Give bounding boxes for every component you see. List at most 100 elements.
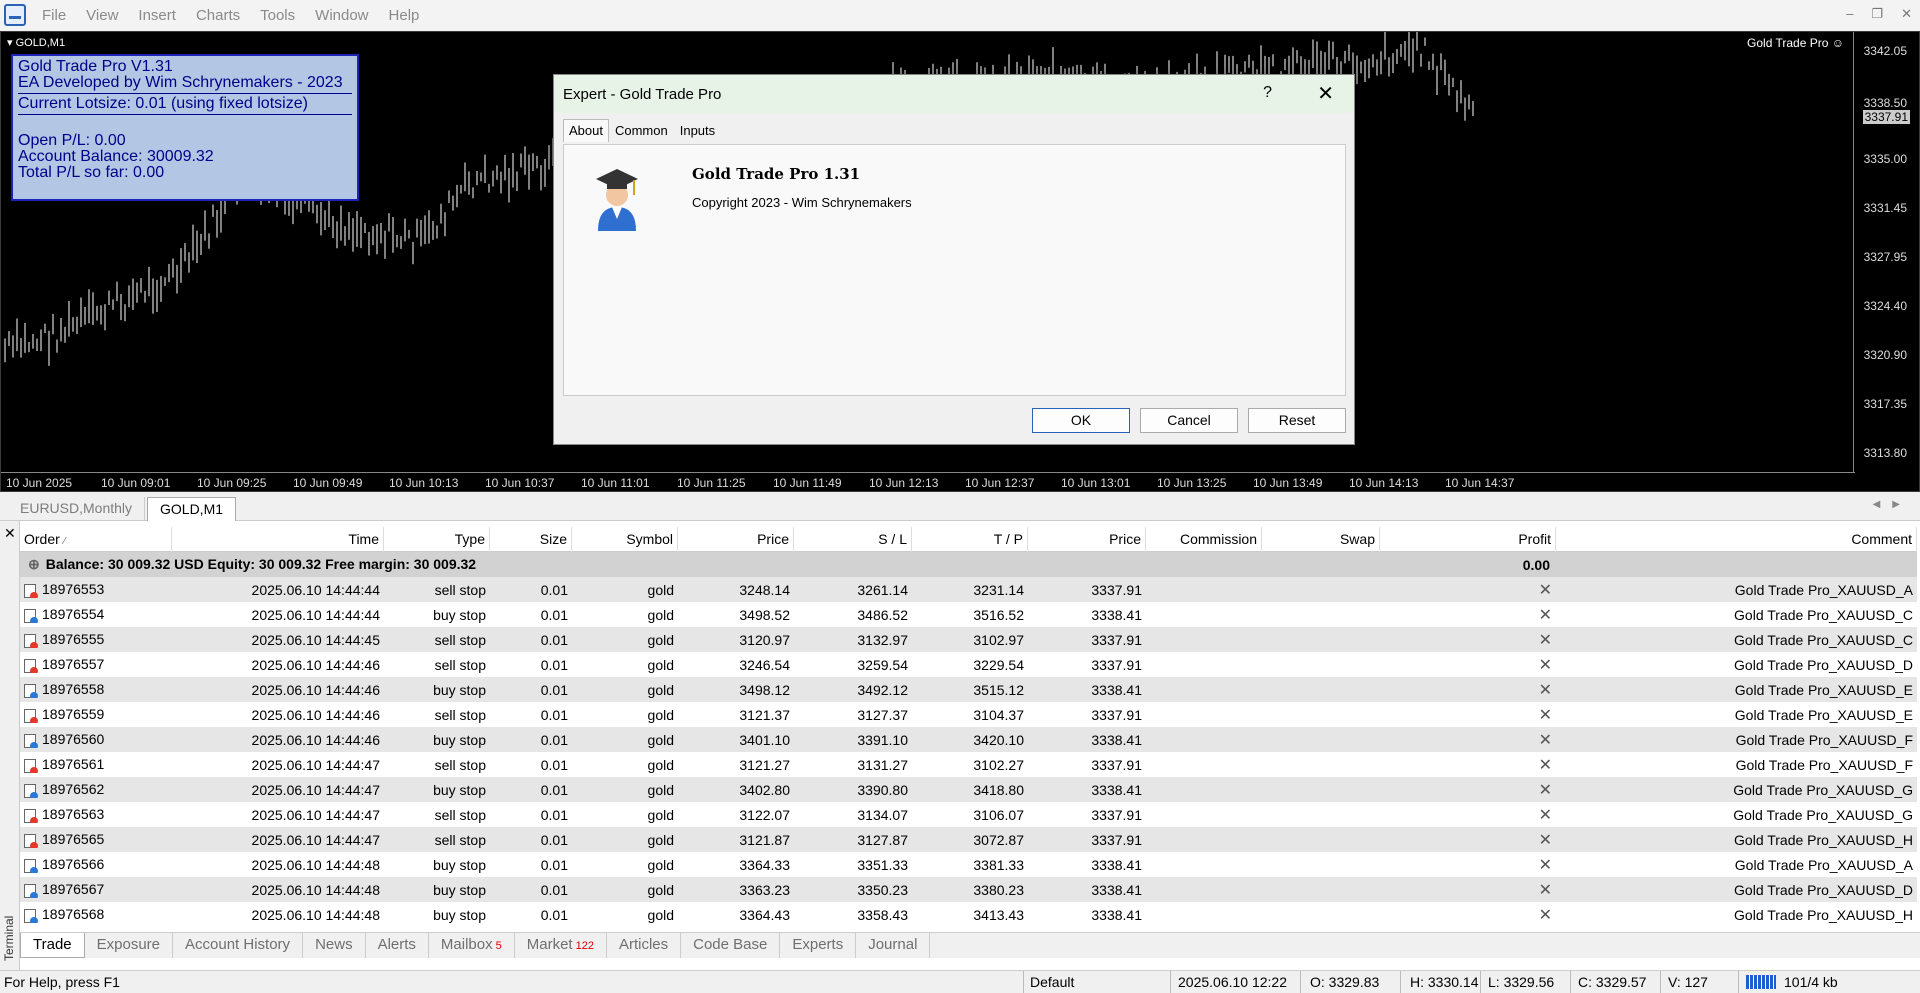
- menu-help[interactable]: Help: [379, 7, 430, 24]
- col-size[interactable]: Size: [490, 526, 572, 552]
- close-order-icon[interactable]: ✕: [1539, 732, 1552, 749]
- cell-profit[interactable]: ✕: [1380, 905, 1556, 925]
- chart-tab-eurusd[interactable]: EURUSD,Monthly: [8, 497, 146, 521]
- tab-scroll-arrows[interactable]: ◀▶: [1873, 499, 1912, 510]
- cancel-button[interactable]: Cancel: [1140, 408, 1238, 433]
- cell-profit[interactable]: ✕: [1380, 830, 1556, 850]
- table-row[interactable]: 18976566 2025.06.10 14:44:48 buy stop 0.01 g…: [20, 852, 1917, 877]
- terminal-tab-account-history[interactable]: Account History: [173, 933, 304, 958]
- table-row[interactable]: 18976563 2025.06.10 14:44:47 sell stop 0.01…: [20, 802, 1917, 827]
- close-order-icon[interactable]: ✕: [1539, 807, 1552, 824]
- cell-profit[interactable]: ✕: [1380, 730, 1556, 750]
- ok-button[interactable]: OK: [1032, 408, 1130, 433]
- close-order-icon[interactable]: ✕: [1539, 632, 1552, 649]
- time-tick: 10 Jun 14:37: [1445, 476, 1515, 490]
- col-order[interactable]: Order ⁄: [20, 526, 172, 552]
- terminal-tab-trade[interactable]: Trade: [20, 933, 85, 958]
- cell-profit[interactable]: ✕: [1380, 755, 1556, 775]
- close-order-icon[interactable]: ✕: [1539, 682, 1552, 699]
- table-row[interactable]: 18976554 2025.06.10 14:44:44 buy stop 0.01 g…: [20, 602, 1917, 627]
- restore-icon[interactable]: ❐: [1871, 6, 1883, 22]
- close-order-icon[interactable]: ✕: [1539, 757, 1552, 774]
- table-row[interactable]: 18976568 2025.06.10 14:44:48 buy stop 0.01 g…: [20, 902, 1917, 927]
- tab-about[interactable]: About: [563, 119, 609, 142]
- cell-type: sell stop: [434, 631, 486, 648]
- sell-order-icon: [24, 808, 38, 823]
- cell-profit[interactable]: ✕: [1380, 605, 1556, 625]
- cell-order: 18976560: [20, 731, 172, 748]
- dialog-close-icon[interactable]: ✕: [1317, 81, 1334, 106]
- table-row[interactable]: 18976567 2025.06.10 14:44:48 buy stop 0.01 g…: [20, 877, 1917, 902]
- terminal-tab-news[interactable]: News: [303, 933, 366, 958]
- terminal-tab-articles[interactable]: Articles: [607, 933, 682, 958]
- cell-profit[interactable]: ✕: [1380, 655, 1556, 675]
- col-profit[interactable]: Profit: [1380, 526, 1556, 552]
- col-comment[interactable]: Comment: [1556, 526, 1917, 552]
- minimize-icon[interactable]: –: [1846, 6, 1853, 22]
- cell-profit[interactable]: ✕: [1380, 630, 1556, 650]
- col-sl[interactable]: S / L: [794, 526, 912, 552]
- menu-tools[interactable]: Tools: [250, 7, 305, 24]
- help-icon[interactable]: ?: [1263, 84, 1272, 102]
- close-icon[interactable]: ✕: [1901, 6, 1912, 22]
- table-row[interactable]: 18976558 2025.06.10 14:44:46 buy stop 0.01 g…: [20, 677, 1917, 702]
- tab-inputs[interactable]: Inputs: [674, 119, 721, 142]
- close-order-icon[interactable]: ✕: [1539, 882, 1552, 899]
- close-order-icon[interactable]: ✕: [1539, 857, 1552, 874]
- col-time[interactable]: Time: [172, 526, 384, 552]
- cell-profit[interactable]: ✕: [1380, 855, 1556, 875]
- table-row[interactable]: 18976562 2025.06.10 14:44:47 buy stop 0.01 g…: [20, 777, 1917, 802]
- terminal-tab-experts[interactable]: Experts: [780, 933, 857, 958]
- col-commission[interactable]: Commission: [1146, 526, 1262, 552]
- table-row[interactable]: 18976559 2025.06.10 14:44:46 sell stop 0.01…: [20, 702, 1917, 727]
- cell-tp: 3420.10: [973, 731, 1024, 748]
- terminal-tab-alerts[interactable]: Alerts: [366, 933, 429, 958]
- col-swap[interactable]: Swap: [1262, 526, 1380, 552]
- close-order-icon[interactable]: ✕: [1539, 657, 1552, 674]
- cell-comment: Gold Trade Pro_XAUUSD_H: [1734, 831, 1913, 848]
- table-row[interactable]: 18976553 2025.06.10 14:44:44 sell stop 0.01…: [20, 577, 1917, 602]
- status-profile[interactable]: Default: [1030, 974, 1074, 990]
- table-row[interactable]: 18976565 2025.06.10 14:44:47 sell stop 0.01…: [20, 827, 1917, 852]
- menu-insert[interactable]: Insert: [128, 7, 186, 24]
- col-tp[interactable]: T / P: [912, 526, 1028, 552]
- cell-profit[interactable]: ✕: [1380, 580, 1556, 600]
- col-current-price[interactable]: Price: [1028, 526, 1146, 552]
- cell-time: 2025.06.10 14:44:48: [251, 881, 380, 898]
- terminal-tab-code-base[interactable]: Code Base: [681, 933, 781, 958]
- close-order-icon[interactable]: ✕: [1539, 782, 1552, 799]
- terminal-tab-journal[interactable]: Journal: [856, 933, 931, 958]
- cell-profit[interactable]: ✕: [1380, 880, 1556, 900]
- chart-tab-gold[interactable]: GOLD,M1: [147, 497, 237, 521]
- collapse-icon[interactable]: ⊕: [28, 556, 40, 572]
- cell-comment: Gold Trade Pro_XAUUSD_G: [1733, 806, 1913, 823]
- table-row[interactable]: 18976555 2025.06.10 14:44:45 sell stop 0.01…: [20, 627, 1917, 652]
- table-row[interactable]: 18976561 2025.06.10 14:44:47 sell stop 0.01…: [20, 752, 1917, 777]
- col-type[interactable]: Type: [384, 526, 490, 552]
- close-order-icon[interactable]: ✕: [1539, 907, 1552, 924]
- table-row[interactable]: 18976560 2025.06.10 14:44:46 buy stop 0.01 g…: [20, 727, 1917, 752]
- cell-time: 2025.06.10 14:44:47: [251, 756, 380, 773]
- terminal-tab-mailbox[interactable]: Mailbox 5: [429, 933, 515, 958]
- menu-file[interactable]: File: [32, 7, 76, 24]
- cell-profit[interactable]: ✕: [1380, 780, 1556, 800]
- table-row[interactable]: 18976557 2025.06.10 14:44:46 sell stop 0.01…: [20, 652, 1917, 677]
- cell-profit[interactable]: ✕: [1380, 805, 1556, 825]
- terminal-tab-market[interactable]: Market 122: [515, 933, 607, 958]
- close-order-icon[interactable]: ✕: [1539, 832, 1552, 849]
- cell-profit[interactable]: ✕: [1380, 705, 1556, 725]
- menu-charts[interactable]: Charts: [186, 7, 250, 24]
- col-price[interactable]: Price: [678, 526, 794, 552]
- menu-window[interactable]: Window: [305, 7, 378, 24]
- menu-view[interactable]: View: [76, 7, 128, 24]
- tab-common[interactable]: Common: [609, 119, 674, 142]
- col-symbol[interactable]: Symbol: [572, 526, 678, 552]
- terminal-tab-exposure[interactable]: Exposure: [85, 933, 174, 958]
- order-rows: 18976553 2025.06.10 14:44:44 sell stop 0.01…: [20, 577, 1917, 927]
- terminal-close-icon[interactable]: ✕: [4, 525, 16, 542]
- cell-profit[interactable]: ✕: [1380, 680, 1556, 700]
- close-order-icon[interactable]: ✕: [1539, 607, 1552, 624]
- close-order-icon[interactable]: ✕: [1539, 707, 1552, 724]
- reset-button[interactable]: Reset: [1248, 408, 1346, 433]
- close-order-icon[interactable]: ✕: [1539, 582, 1552, 599]
